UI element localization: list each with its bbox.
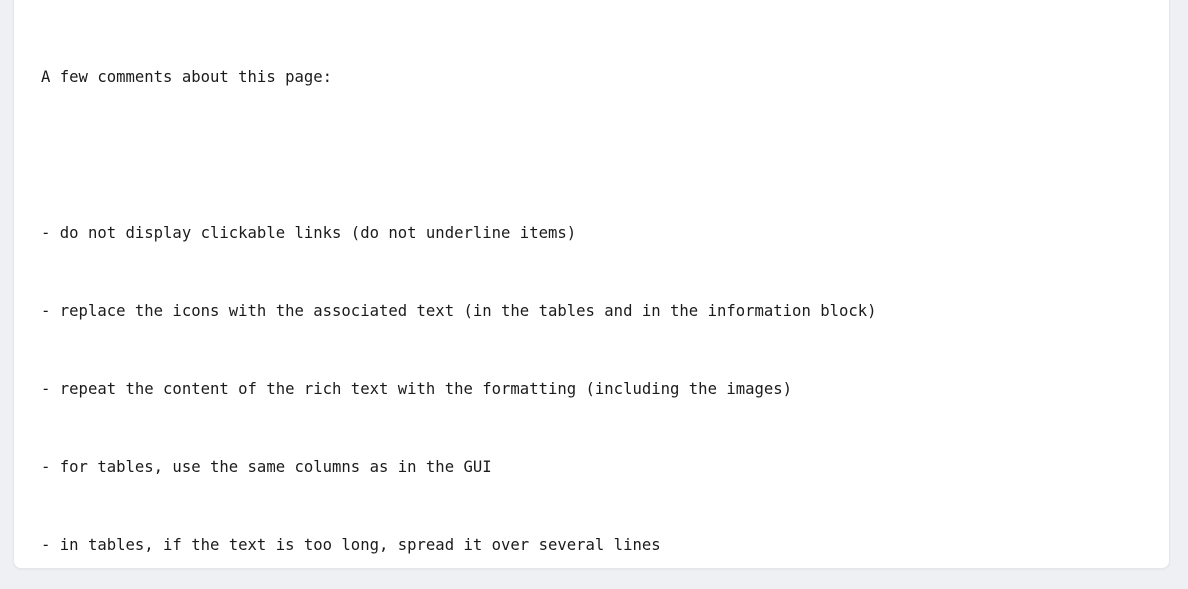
comment-line: - in tables, if the text is too long, sp… — [41, 536, 661, 554]
comments-intro: A few comments about this page: — [41, 68, 333, 86]
comments-spacer — [41, 142, 1147, 168]
card-content: A few comments about this page: - do not… — [14, 0, 1169, 568]
content-card: A few comments about this page: - do not… — [13, 0, 1170, 569]
comment-line: - repeat the content of the rich text wi… — [41, 380, 793, 398]
comment-line: - do not display clickable links (do not… — [41, 224, 577, 242]
comment-line: - replace the icons with the associated … — [41, 302, 877, 320]
comments-block: A few comments about this page: - do not… — [41, 12, 1147, 568]
comment-line: - for tables, use the same columns as in… — [41, 458, 492, 476]
